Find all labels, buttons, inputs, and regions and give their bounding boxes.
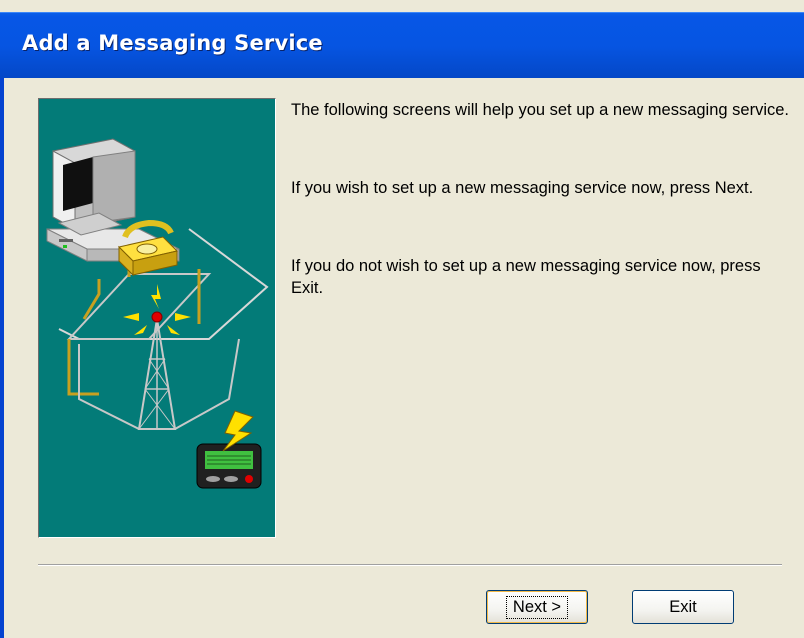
separator-line [38, 564, 782, 566]
intro-text: The following screens will help you set … [291, 101, 789, 119]
antenna-tower-icon [66, 269, 240, 430]
window-title: Add a Messaging Service [22, 31, 323, 55]
wizard-illustration [38, 98, 276, 538]
exit-instruction-text: If you do not wish to set up a new messa… [291, 257, 761, 297]
next-instruction-text: If you wish to set up a new messaging se… [291, 179, 754, 197]
window-left-border [0, 78, 4, 638]
telephone-icon [118, 219, 178, 277]
exit-button-label: Exit [669, 597, 697, 616]
title-bar[interactable]: Add a Messaging Service [0, 12, 804, 79]
next-button[interactable]: Next > [486, 590, 588, 624]
next-button-label: Next > [505, 595, 569, 619]
pager-icon [196, 443, 262, 489]
exit-button[interactable]: Exit [632, 590, 734, 624]
wizard-illustration-art [46, 138, 269, 489]
